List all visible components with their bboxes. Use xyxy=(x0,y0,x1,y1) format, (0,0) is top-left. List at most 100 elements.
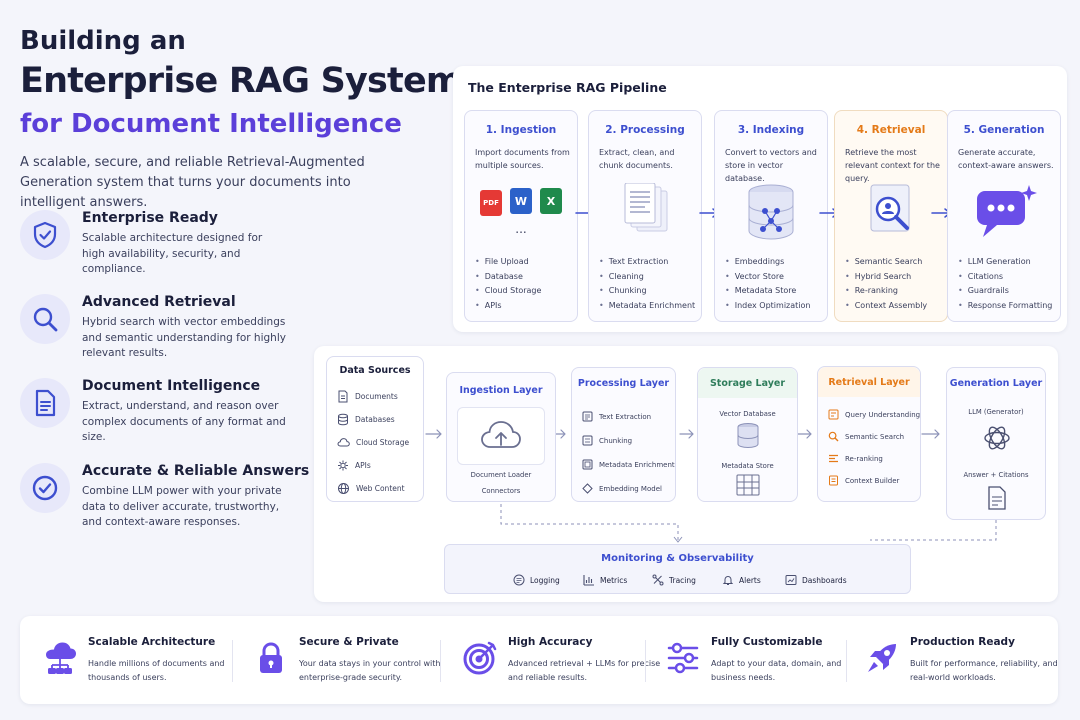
shield-check-icon xyxy=(20,210,70,260)
benefit-title: Production Ready xyxy=(910,636,1015,648)
divider xyxy=(232,640,233,682)
stage-items: File Upload Database Cloud Storage APIs xyxy=(475,255,542,314)
dashboard-icon xyxy=(785,575,797,585)
document-icon xyxy=(988,486,1006,510)
monitor-dashboards: Dashboards xyxy=(785,574,847,586)
stage-items: Embeddings Vector Store Metadata Store I… xyxy=(725,255,811,314)
title-line-1: Building an xyxy=(20,26,186,56)
benefit-title: Scalable Architecture xyxy=(88,636,216,648)
stage-desc: Import documents from multiple sources. xyxy=(475,148,570,170)
stage-item: Index Optimization xyxy=(725,299,811,314)
monitoring-title: Monitoring & Observability xyxy=(601,553,754,564)
pipeline-title: The Enterprise RAG Pipeline xyxy=(468,80,667,95)
source-cloud-storage: Cloud Storage xyxy=(337,436,409,449)
ingestion-caption-2: Connectors xyxy=(481,487,521,495)
feature-title: Enterprise Ready xyxy=(82,210,218,226)
api-icon xyxy=(338,460,348,471)
stage-indexing: 3. Indexing Convert to vectors and store… xyxy=(714,110,828,322)
cloud-network-icon xyxy=(40,638,80,678)
file-type-icons: PDF W X ... xyxy=(465,183,577,245)
monitor-alerts: Alerts xyxy=(722,574,761,586)
stage-generation: 5. Generation Generate accurate, context… xyxy=(947,110,1061,322)
storage-layer: Storage Layer Vector Database Metadata S… xyxy=(697,367,798,502)
benefit-title: High Accuracy xyxy=(508,636,593,648)
divider xyxy=(645,640,646,682)
benefit-desc: Your data stays in your control with ent… xyxy=(299,659,441,682)
cloud-icon xyxy=(337,438,350,447)
feature-accurate-answers: Accurate & Reliable Answers Combine LLM … xyxy=(20,463,309,543)
benefit-desc: Advanced retrieval + LLMs for precise an… xyxy=(508,659,661,682)
hero-title: Building an Enterprise RAG System for Do… xyxy=(20,24,462,142)
chat-sparkle-icon xyxy=(948,183,1060,245)
llm-knot-icon xyxy=(984,426,1010,450)
bell-icon xyxy=(722,575,734,585)
processing-layer: Processing Layer Text Extraction Chunkin… xyxy=(571,367,676,502)
stage-items: Text Extraction Cleaning Chunking Metada… xyxy=(599,255,695,313)
logging-icon xyxy=(513,574,525,586)
feature-desc: Combine LLM power with your private data… xyxy=(82,485,282,528)
layer-title: Ingestion Layer xyxy=(459,384,543,396)
processing-item: Text Extraction xyxy=(582,411,651,422)
retrieval-item: Semantic Search xyxy=(828,431,904,442)
stage-item: Chunking xyxy=(599,284,695,299)
document-icon xyxy=(20,378,70,428)
stage-items: Semantic Search Hybrid Search Re-ranking… xyxy=(845,255,927,313)
benefit-desc: Built for performance, reliability, and … xyxy=(910,659,1058,682)
metadata-store-label: Metadata Store xyxy=(721,462,774,470)
more-files-indicator: ... xyxy=(515,222,527,236)
stage-item: Re-ranking xyxy=(845,284,927,299)
title-line-2: Enterprise RAG System xyxy=(20,61,462,101)
stage-title: 1. Ingestion xyxy=(485,124,557,136)
feature-desc: Extract, understand, and reason over com… xyxy=(82,400,286,443)
embedding-icon xyxy=(582,483,593,494)
source-label: Web Content xyxy=(356,484,405,493)
processing-item: Chunking xyxy=(582,435,632,446)
stage-item: Embeddings xyxy=(725,255,810,270)
vector-database-icon xyxy=(715,183,827,245)
source-documents: Documents xyxy=(337,390,398,403)
context-builder-icon xyxy=(829,475,838,486)
retrieval-layer: Retrieval Layer Query Understanding Sema… xyxy=(817,366,921,502)
documents-stack-icon xyxy=(589,183,701,245)
stage-ingestion: 1. Ingestion Import documents from multi… xyxy=(464,110,578,322)
source-label: APIs xyxy=(355,461,371,470)
stage-desc: Convert to vectors and store in vector d… xyxy=(725,148,817,183)
stage-desc: Retrieve the most relevant context for t… xyxy=(845,148,940,183)
source-label: Cloud Storage xyxy=(356,438,410,447)
source-web-content: Web Content xyxy=(337,482,405,495)
stage-item: Text Extraction xyxy=(599,255,695,270)
benefit-desc: Handle millions of documents and thousan… xyxy=(88,659,225,682)
stage-item: Response Formatting xyxy=(958,299,1053,314)
stage-item: APIs xyxy=(475,299,541,314)
benefit-desc: Adapt to your data, domain, and business… xyxy=(711,659,842,682)
stage-title: 5. Generation xyxy=(963,124,1045,136)
generation-layer: Generation Layer LLM (Generator) Answer … xyxy=(946,367,1046,520)
stage-item: File Upload xyxy=(475,255,541,270)
feature-desc: Hybrid search with vector embeddings and… xyxy=(82,316,286,359)
benefit-production: Production Ready Built for performance, … xyxy=(862,636,1062,692)
source-apis: APIs xyxy=(337,459,371,472)
globe-icon xyxy=(338,483,349,494)
lock-icon xyxy=(251,638,291,678)
monitor-tracing: Tracing xyxy=(652,574,696,586)
stage-desc: Extract, clean, and chunk documents. xyxy=(599,148,675,170)
source-databases: Databases xyxy=(337,413,395,426)
divider xyxy=(846,640,847,682)
stage-item: Vector Store xyxy=(725,270,810,285)
stage-item: Database xyxy=(475,270,541,285)
layer-title: Retrieval Layer xyxy=(818,367,920,397)
monitor-logging: Logging xyxy=(513,574,560,586)
stage-title: 3. Indexing xyxy=(737,124,805,136)
benefit-scalable: Scalable Architecture Handle millions of… xyxy=(40,636,240,692)
database-icon xyxy=(338,413,348,426)
stage-item: Guardrails xyxy=(958,284,1052,299)
stage-item: Metadata Store xyxy=(725,284,810,299)
source-label: Documents xyxy=(355,392,398,401)
processing-item-label: Text Extraction xyxy=(599,412,652,421)
pdf-file-icon: PDF xyxy=(480,190,502,216)
stage-processing: 2. Processing Extract, clean, and chunk … xyxy=(588,110,702,322)
title-line-3: for Document Intelligence xyxy=(20,109,402,139)
stage-title: 2. Processing xyxy=(605,124,685,136)
source-label: Databases xyxy=(355,415,395,424)
retrieval-item: Context Builder xyxy=(828,475,899,486)
